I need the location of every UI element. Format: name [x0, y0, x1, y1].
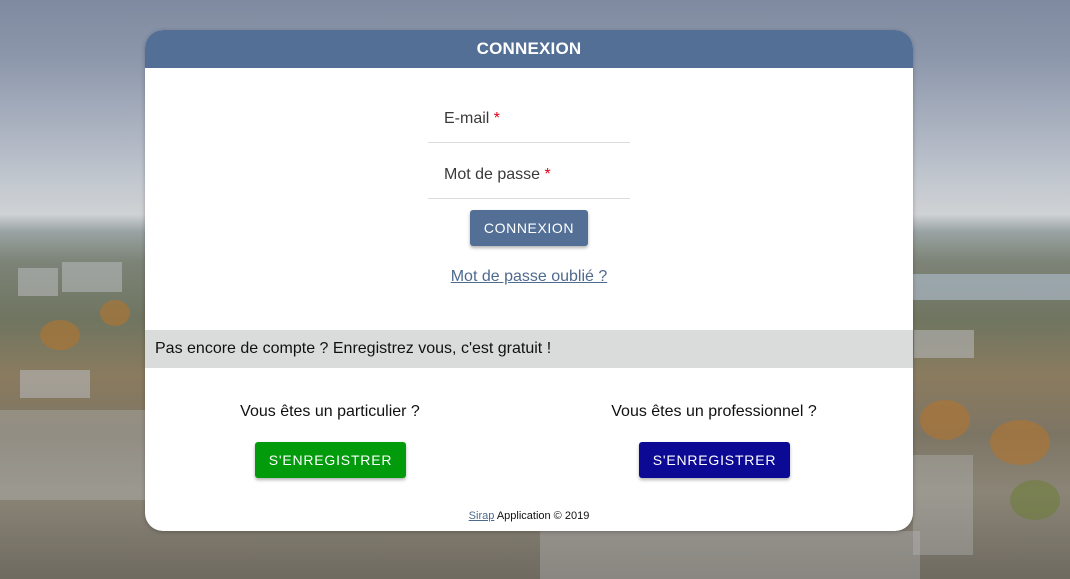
card-header: CONNEXION	[145, 30, 913, 68]
footer-text: Application © 2019	[496, 510, 590, 522]
login-button[interactable]: CONNEXION	[470, 210, 588, 246]
register-individual-button[interactable]: S'ENREGISTRER	[255, 442, 406, 478]
footer: Sirap Application © 2019	[145, 510, 913, 522]
required-mark: *	[493, 110, 501, 127]
register-professional-label: S'ENREGISTRER	[652, 452, 777, 468]
register-individual-label: S'ENREGISTRER	[268, 452, 393, 468]
professional-question: Vous êtes un professionnel ?	[611, 403, 817, 420]
signup-banner: Pas encore de compte ? Enregistrez vous,…	[145, 330, 913, 368]
individual-question: Vous êtes un particulier ?	[240, 403, 420, 420]
password-label: Mot de passe *	[444, 166, 551, 183]
forgot-password-label: Mot de passe oublié ?	[450, 268, 608, 285]
login-card: CONNEXION E-mail * Mot de passe * CONNEX…	[145, 30, 913, 531]
forgot-password-link[interactable]: Mot de passe oublié ?	[145, 268, 913, 286]
card-title: CONNEXION	[476, 39, 582, 58]
email-label: E-mail *	[444, 110, 501, 127]
footer-sirap-link[interactable]: Sirap	[469, 510, 495, 522]
required-mark: *	[544, 166, 551, 183]
login-button-label: CONNEXION	[483, 220, 575, 236]
signup-banner-text: Pas encore de compte ? Enregistrez vous,…	[155, 340, 552, 357]
register-professional-button[interactable]: S'ENREGISTRER	[639, 442, 790, 478]
email-field[interactable]: E-mail *	[428, 102, 630, 143]
password-field[interactable]: Mot de passe *	[428, 158, 630, 199]
